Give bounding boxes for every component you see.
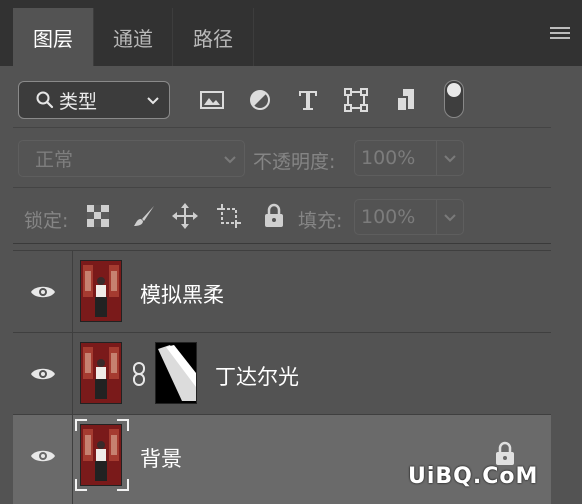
layer-name[interactable]: 背景: [140, 443, 182, 473]
chevron-down-icon: [444, 214, 456, 222]
search-icon: [36, 91, 54, 109]
smart-object-filter-icon[interactable]: [392, 86, 420, 114]
eye-visibility-icon[interactable]: [30, 284, 56, 300]
eye-visibility-icon[interactable]: [30, 366, 56, 382]
type-filter-icon[interactable]: [294, 86, 322, 114]
layer-name[interactable]: 丁达尔光: [215, 361, 299, 391]
lock-artboard-icon[interactable]: [216, 203, 242, 229]
chevron-down-icon: [147, 97, 159, 105]
lock-position-move-icon[interactable]: [172, 203, 198, 229]
tab-divider: [253, 8, 254, 66]
opacity-value: 100%: [361, 147, 416, 169]
layer-thumbnail[interactable]: [80, 342, 122, 404]
fill-value: 100%: [361, 206, 416, 228]
tab-layers[interactable]: 图层: [13, 8, 93, 66]
fill-field[interactable]: 100%: [354, 199, 464, 235]
watermark-text: UiBQ.CoM: [408, 464, 539, 489]
fill-label: 填充:: [298, 210, 343, 232]
lock-transparent-pixels-icon[interactable]: [85, 203, 111, 229]
shape-filter-icon[interactable]: [342, 86, 370, 114]
blend-mode-select[interactable]: 正常: [18, 140, 245, 177]
layer-mask-thumbnail[interactable]: [155, 342, 197, 404]
layer-name[interactable]: 模拟黑柔: [140, 279, 224, 309]
selection-corner-brackets: [75, 419, 129, 491]
blend-mode-value: 正常: [35, 149, 74, 171]
filter-kind-select[interactable]: 类型: [18, 81, 170, 119]
adjustment-filter-icon[interactable]: [246, 86, 274, 114]
lock-label: 锁定:: [24, 210, 69, 232]
layer-thumbnail[interactable]: [80, 260, 122, 322]
eye-visibility-icon[interactable]: [30, 448, 56, 464]
opacity-label: 不透明度:: [253, 151, 336, 173]
chevron-down-icon: [444, 155, 456, 163]
section-divider: [13, 243, 551, 244]
opacity-field[interactable]: 100%: [354, 140, 464, 176]
mask-link-chain-icon[interactable]: [131, 362, 147, 386]
lock-all-icon[interactable]: [261, 203, 287, 229]
tab-paths[interactable]: 路径: [173, 8, 253, 66]
fill-dropdown[interactable]: [436, 200, 463, 234]
lock-image-pixels-brush-icon[interactable]: [131, 203, 157, 229]
tab-channels[interactable]: 通道: [94, 8, 172, 66]
filter-toggle-switch[interactable]: [444, 80, 464, 118]
image-filter-icon[interactable]: [198, 86, 226, 114]
panel-menu-icon[interactable]: [550, 27, 570, 41]
section-divider: [13, 127, 551, 128]
chevron-down-icon: [224, 156, 236, 164]
filter-kind-label: 类型: [59, 90, 98, 113]
opacity-dropdown[interactable]: [436, 141, 463, 175]
section-divider: [13, 187, 551, 188]
